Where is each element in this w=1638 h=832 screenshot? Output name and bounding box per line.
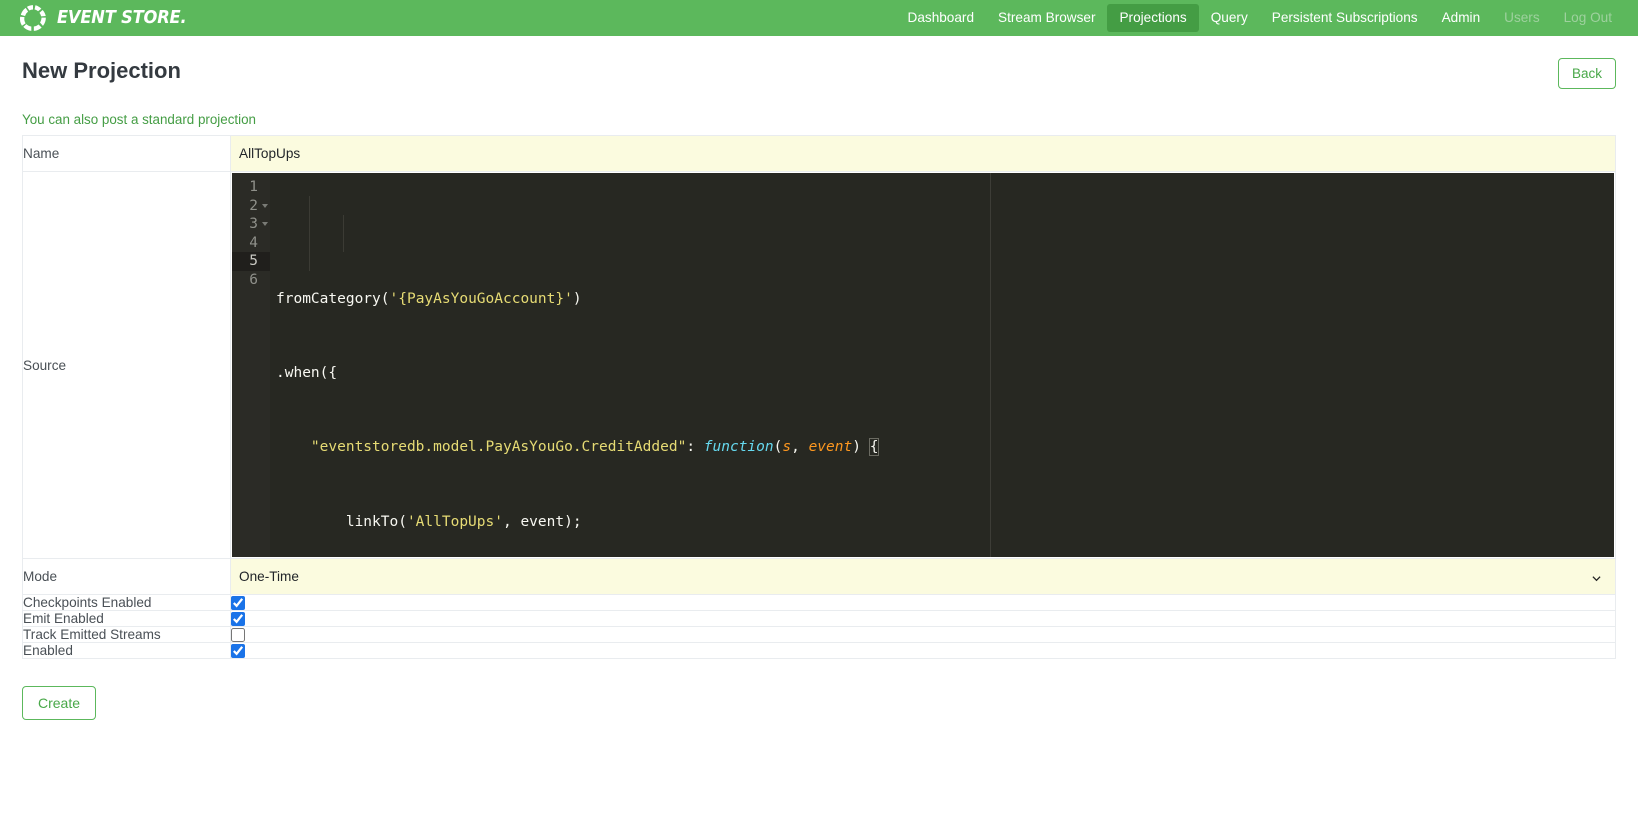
gutter-line-2-number: 2 xyxy=(249,197,258,214)
eventstore-logo-icon xyxy=(18,3,48,33)
gutter-line-4[interactable]: 4 xyxy=(232,234,270,253)
code-token: , xyxy=(791,439,809,456)
checkpoints-enabled-checkbox[interactable] xyxy=(231,595,245,610)
source-code-editor[interactable]: 1 2 3 4 5 6 fromCategory('{PayAsYouGoAcc… xyxy=(232,173,1614,557)
name-label: Name xyxy=(22,135,231,172)
enabled-checkbox[interactable] xyxy=(231,643,245,658)
code-line-3: "eventstoredb.model.PayAsYouGo.CreditAdd… xyxy=(270,438,1614,457)
gutter-line-6[interactable]: 6 xyxy=(232,271,270,290)
code-token: fromCategory( xyxy=(276,290,390,307)
nav-link-users[interactable]: Users xyxy=(1492,4,1552,32)
code-token: ) xyxy=(572,290,582,307)
table-row-enabled: Enabled xyxy=(22,642,1616,659)
nav-link-projections[interactable]: Projections xyxy=(1107,4,1199,32)
checkpoints-enabled-label: Checkpoints Enabled xyxy=(22,594,231,611)
brand-name: EVENT STORE. xyxy=(57,8,187,28)
gutter-line-1[interactable]: 1 xyxy=(232,178,270,197)
page-title: New Projection xyxy=(22,58,181,83)
table-row-mode: Mode One-Time Continuous Transient xyxy=(22,558,1616,595)
indent-guide xyxy=(309,196,310,271)
code-token-param: s xyxy=(782,439,792,456)
gutter-line-2[interactable]: 2 xyxy=(232,197,270,216)
code-token-string: "eventstoredb.model.PayAsYouGo.CreditAdd… xyxy=(310,439,687,456)
mode-select-wrap[interactable]: One-Time Continuous Transient xyxy=(231,559,1615,594)
table-row-emit-enabled: Emit Enabled xyxy=(22,610,1616,627)
code-line-1: fromCategory('{PayAsYouGoAccount}') xyxy=(270,290,1614,309)
enabled-label: Enabled xyxy=(22,642,231,659)
emit-enabled-label: Emit Enabled xyxy=(22,610,231,627)
gutter-line-3-number: 3 xyxy=(249,216,258,233)
fold-arrow-icon[interactable] xyxy=(262,203,268,208)
standard-projection-hint[interactable]: You can also post a standard projection xyxy=(22,112,1616,127)
back-button[interactable]: Back xyxy=(1557,58,1616,89)
brand[interactable]: EVENT STORE. xyxy=(18,3,196,33)
code-token: linkTo( xyxy=(276,513,407,530)
nav-link-dashboard[interactable]: Dashboard xyxy=(896,4,987,32)
code-token-string: '{PayAsYouGoAccount}' xyxy=(389,290,573,307)
emit-enabled-checkbox[interactable] xyxy=(231,611,245,626)
top-navbar: EVENT STORE. Dashboard Stream Browser Pr… xyxy=(0,0,1638,36)
mode-label: Mode xyxy=(22,558,231,595)
code-token: ) xyxy=(852,439,870,456)
nav-link-admin[interactable]: Admin xyxy=(1430,4,1493,32)
gutter-line-5[interactable]: 5 xyxy=(232,252,270,271)
nav-link-log-out[interactable]: Log Out xyxy=(1552,4,1624,32)
editor-text-area[interactable]: fromCategory('{PayAsYouGoAccount}') .whe… xyxy=(270,173,1614,557)
nav-link-persistent-subscriptions[interactable]: Persistent Subscriptions xyxy=(1260,4,1430,32)
code-token-matching-brace: { xyxy=(868,438,880,457)
table-row-name: Name xyxy=(22,135,1616,172)
table-row-checkpoints-enabled: Checkpoints Enabled xyxy=(22,594,1616,611)
table-row-track-emitted-streams: Track Emitted Streams xyxy=(22,626,1616,643)
table-row-source: Source 1 2 3 4 5 6 fromCategory('{PayAsY… xyxy=(22,171,1616,559)
nav-link-query[interactable]: Query xyxy=(1199,4,1260,32)
source-label: Source xyxy=(22,171,231,559)
editor-gutter: 1 2 3 4 5 6 xyxy=(232,173,270,557)
code-token: .when({ xyxy=(276,364,338,381)
fold-arrow-icon[interactable] xyxy=(262,222,268,227)
code-line-4: linkTo('AllTopUps', event); xyxy=(270,513,1614,532)
code-token-function: function xyxy=(703,439,774,456)
indent-guide xyxy=(343,215,344,252)
nav-links: Dashboard Stream Browser Projections Que… xyxy=(896,4,1624,32)
create-button[interactable]: Create xyxy=(22,686,97,720)
code-token-param: event xyxy=(808,439,853,456)
code-token: , event); xyxy=(502,513,582,530)
track-emitted-streams-label: Track Emitted Streams xyxy=(22,626,231,643)
code-line-2: .when({ xyxy=(270,364,1614,383)
page-header: New Projection Back xyxy=(22,36,1616,89)
projection-form-table: Name Source 1 2 3 4 5 6 xyxy=(22,135,1616,659)
code-token-string: 'AllTopUps' xyxy=(406,513,503,530)
gutter-line-3[interactable]: 3 xyxy=(232,215,270,234)
code-token: : xyxy=(686,439,704,456)
page-body: New Projection Back You can also post a … xyxy=(0,36,1638,720)
nav-link-stream-browser[interactable]: Stream Browser xyxy=(986,4,1107,32)
track-emitted-streams-checkbox[interactable] xyxy=(231,627,245,642)
mode-select[interactable]: One-Time Continuous Transient xyxy=(231,559,1615,594)
projection-name-input[interactable] xyxy=(231,136,1615,171)
